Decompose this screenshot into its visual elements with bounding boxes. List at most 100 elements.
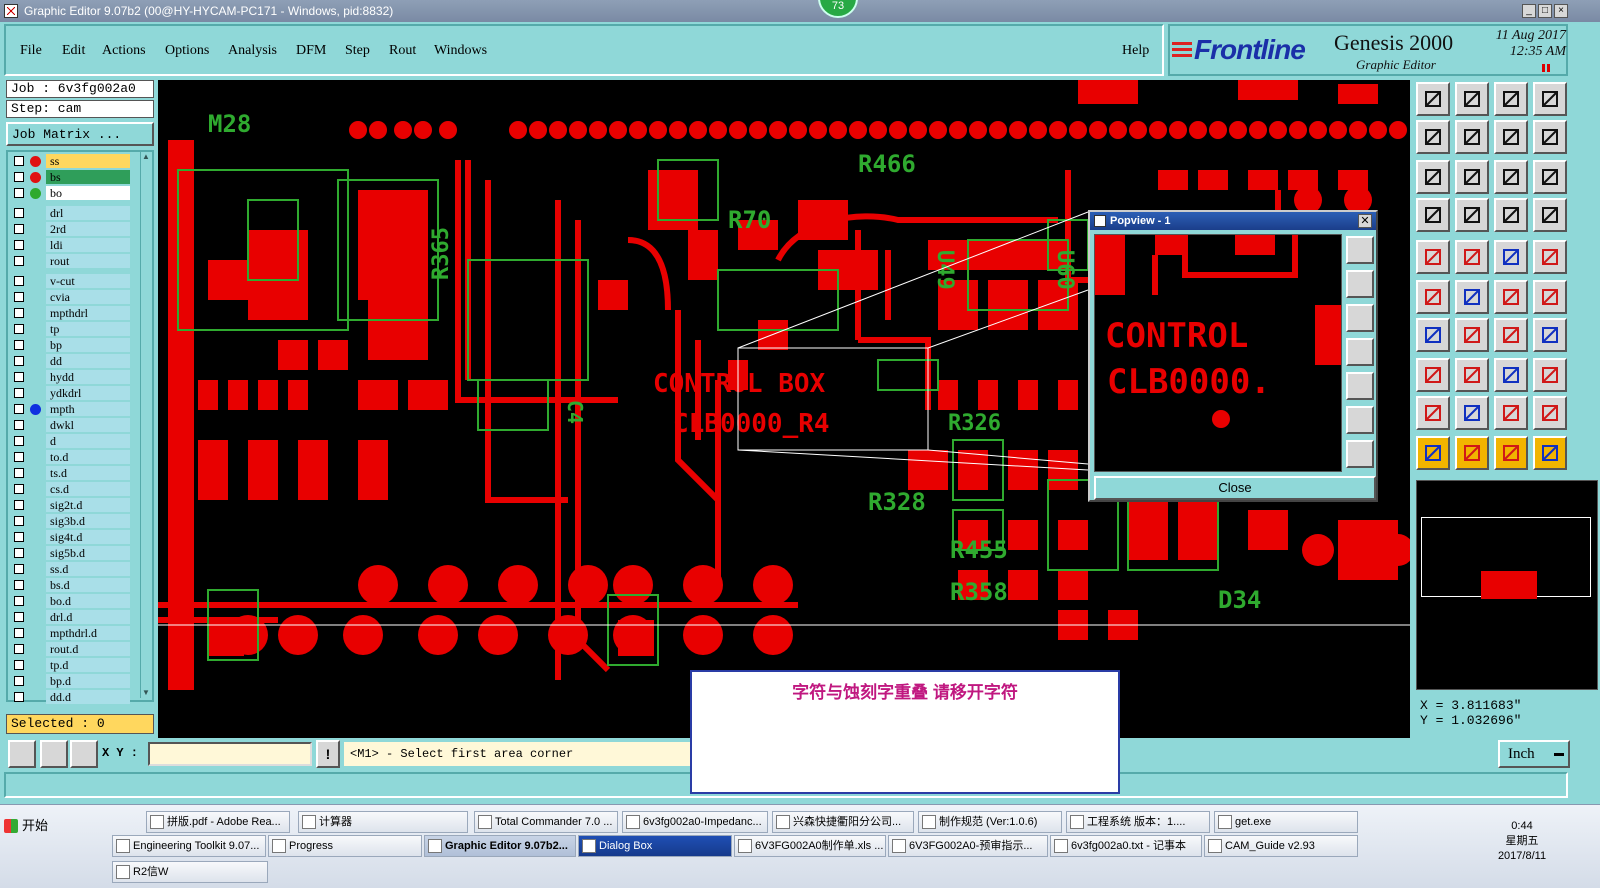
window-icon[interactable] bbox=[1533, 82, 1567, 116]
scale-icon[interactable] bbox=[1494, 160, 1528, 194]
layer-checkbox[interactable] bbox=[14, 676, 24, 686]
layer-row-ss[interactable]: ss bbox=[10, 154, 130, 168]
layer-row-sig5b-d[interactable]: sig5b.d bbox=[10, 546, 130, 560]
layer-checkbox[interactable] bbox=[14, 564, 24, 574]
layer-name[interactable]: sig5b.d bbox=[46, 546, 130, 560]
taskbar-item-row2-7[interactable]: 6v3fg002a0.txt - 记事本 bbox=[1050, 835, 1202, 857]
zoom-region-icon[interactable] bbox=[1416, 358, 1450, 392]
cross-icon[interactable] bbox=[1455, 280, 1489, 314]
layer-row-2rd[interactable]: 2rd bbox=[10, 222, 130, 236]
system-clock[interactable]: 0:44 星期五 2017/8/11 bbox=[1494, 819, 1550, 864]
layer-row-rout[interactable]: rout bbox=[10, 254, 130, 268]
popview-pan-right-icon[interactable] bbox=[1346, 372, 1374, 400]
overview-map[interactable] bbox=[1416, 480, 1598, 690]
grid-icon[interactable] bbox=[70, 740, 98, 768]
layer-row-drl-d[interactable]: drl.d bbox=[10, 610, 130, 624]
units-selector[interactable]: Inch ▬ bbox=[1498, 740, 1570, 768]
pointer-circle-icon[interactable] bbox=[1494, 436, 1528, 470]
layer-checkbox[interactable] bbox=[14, 596, 24, 606]
layer-row-rout-d[interactable]: rout.d bbox=[10, 642, 130, 656]
layer-name[interactable]: d bbox=[46, 434, 130, 448]
layer-row-d[interactable]: d bbox=[10, 434, 130, 448]
layer-name[interactable]: dd bbox=[46, 354, 130, 368]
arc-icon[interactable] bbox=[1533, 280, 1567, 314]
layer-row-tp-d[interactable]: tp.d bbox=[10, 658, 130, 672]
menu-edit[interactable]: Edit bbox=[62, 43, 85, 59]
layer-name[interactable]: cs.d bbox=[46, 482, 130, 496]
popview-zoom-fit-icon[interactable] bbox=[1346, 236, 1374, 264]
layer-row-mpth[interactable]: mpth bbox=[10, 402, 130, 416]
move-up-icon[interactable] bbox=[1416, 82, 1450, 116]
draw-icon[interactable] bbox=[1455, 240, 1489, 274]
layer-checkbox[interactable] bbox=[14, 172, 24, 182]
layer-checkbox[interactable] bbox=[14, 516, 24, 526]
warning-dialog[interactable]: 字符与蚀刻字重叠 请移开字符 bbox=[690, 670, 1120, 794]
layer-name[interactable]: 2rd bbox=[46, 222, 130, 236]
popview-pan-down-icon[interactable] bbox=[1346, 304, 1374, 332]
layer-checkbox[interactable] bbox=[14, 356, 24, 366]
center-icon[interactable] bbox=[1494, 358, 1528, 392]
grid-view-icon[interactable] bbox=[1455, 198, 1489, 232]
fence-icon[interactable] bbox=[1533, 318, 1567, 352]
layer-checkbox[interactable] bbox=[14, 240, 24, 250]
layer-name[interactable]: ss bbox=[46, 154, 130, 168]
clear-icon[interactable] bbox=[1416, 240, 1450, 274]
layer-name[interactable]: cvia bbox=[46, 290, 130, 304]
pan-icon[interactable] bbox=[1455, 160, 1489, 194]
layer-name[interactable]: tp bbox=[46, 322, 130, 336]
taskbar-item-1[interactable]: 拼版.pdf - Adobe Rea... bbox=[146, 811, 290, 833]
popview-image[interactable]: CONTROL CLB0000. bbox=[1094, 234, 1342, 472]
layer-row-ts-d[interactable]: ts.d bbox=[10, 466, 130, 480]
layer-checkbox[interactable] bbox=[14, 692, 24, 702]
ruler-icon[interactable] bbox=[1416, 198, 1450, 232]
pointer-box-icon[interactable] bbox=[1455, 436, 1489, 470]
menu-help[interactable]: Help bbox=[1122, 43, 1149, 59]
pointer-icon[interactable] bbox=[1416, 436, 1450, 470]
copy-left-icon[interactable] bbox=[1416, 120, 1450, 154]
snap-icon[interactable] bbox=[8, 740, 36, 768]
layer-row-sig2t-d[interactable]: sig2t.d bbox=[10, 498, 130, 512]
popview-pan-up-icon[interactable] bbox=[1346, 270, 1374, 298]
layer-checkbox[interactable] bbox=[14, 484, 24, 494]
layer-name[interactable]: sig2t.d bbox=[46, 498, 130, 512]
layer-row-hydd[interactable]: hydd bbox=[10, 370, 130, 384]
layer-name[interactable]: rout.d bbox=[46, 642, 130, 656]
layer-row-cs-d[interactable]: cs.d bbox=[10, 482, 130, 496]
layer-row-ss-d[interactable]: ss.d bbox=[10, 562, 130, 576]
layer-row-sig4t-d[interactable]: sig4t.d bbox=[10, 530, 130, 544]
layer-name[interactable]: bs.d bbox=[46, 578, 130, 592]
pad-icon[interactable] bbox=[1533, 240, 1567, 274]
menu-options[interactable]: Options bbox=[165, 43, 209, 59]
layer-name[interactable]: bo.d bbox=[46, 594, 130, 608]
layer-checkbox[interactable] bbox=[14, 436, 24, 446]
layer-name[interactable]: ss.d bbox=[46, 562, 130, 576]
layer-checkbox[interactable] bbox=[14, 404, 24, 414]
layer-checkbox[interactable] bbox=[14, 324, 24, 334]
layer-checkbox[interactable] bbox=[14, 340, 24, 350]
layer-row-bo-d[interactable]: bo.d bbox=[10, 594, 130, 608]
minimize-button[interactable]: _ bbox=[1522, 4, 1536, 18]
menu-file[interactable]: File bbox=[20, 43, 42, 59]
copy-right-icon[interactable] bbox=[1455, 120, 1489, 154]
layer-checkbox[interactable] bbox=[14, 500, 24, 510]
menu-dfm[interactable]: DFM bbox=[296, 43, 326, 59]
layer-row-drl[interactable]: drl bbox=[10, 206, 130, 220]
layer-name[interactable]: bp.d bbox=[46, 674, 130, 688]
taskbar-item-row2-6[interactable]: 6V3FG002A0-预审指示... bbox=[888, 835, 1048, 857]
layer-name[interactable]: v-cut bbox=[46, 274, 130, 288]
layer-checkbox[interactable] bbox=[14, 388, 24, 398]
rotate-icon[interactable] bbox=[1494, 318, 1528, 352]
layers-off-icon[interactable] bbox=[1533, 198, 1567, 232]
layer-name[interactable]: sig3b.d bbox=[46, 514, 130, 528]
layer-row-v-cut[interactable]: v-cut bbox=[10, 274, 130, 288]
menu-windows[interactable]: Windows bbox=[434, 43, 487, 59]
taskbar-item-row2-8[interactable]: CAM_Guide v2.93 bbox=[1204, 835, 1358, 857]
layer-name[interactable]: hydd bbox=[46, 370, 130, 384]
pointer-multi-icon[interactable] bbox=[1533, 436, 1567, 470]
home-icon[interactable] bbox=[1494, 82, 1528, 116]
layer-row-ydkdrl[interactable]: ydkdrl bbox=[10, 386, 130, 400]
taskbar-item-row2-5[interactable]: 6V3FG002A0制作单.xls ... bbox=[734, 835, 886, 857]
layer-checkbox[interactable] bbox=[14, 188, 24, 198]
layer-row-dwkl[interactable]: dwkl bbox=[10, 418, 130, 432]
line-icon[interactable] bbox=[1494, 280, 1528, 314]
